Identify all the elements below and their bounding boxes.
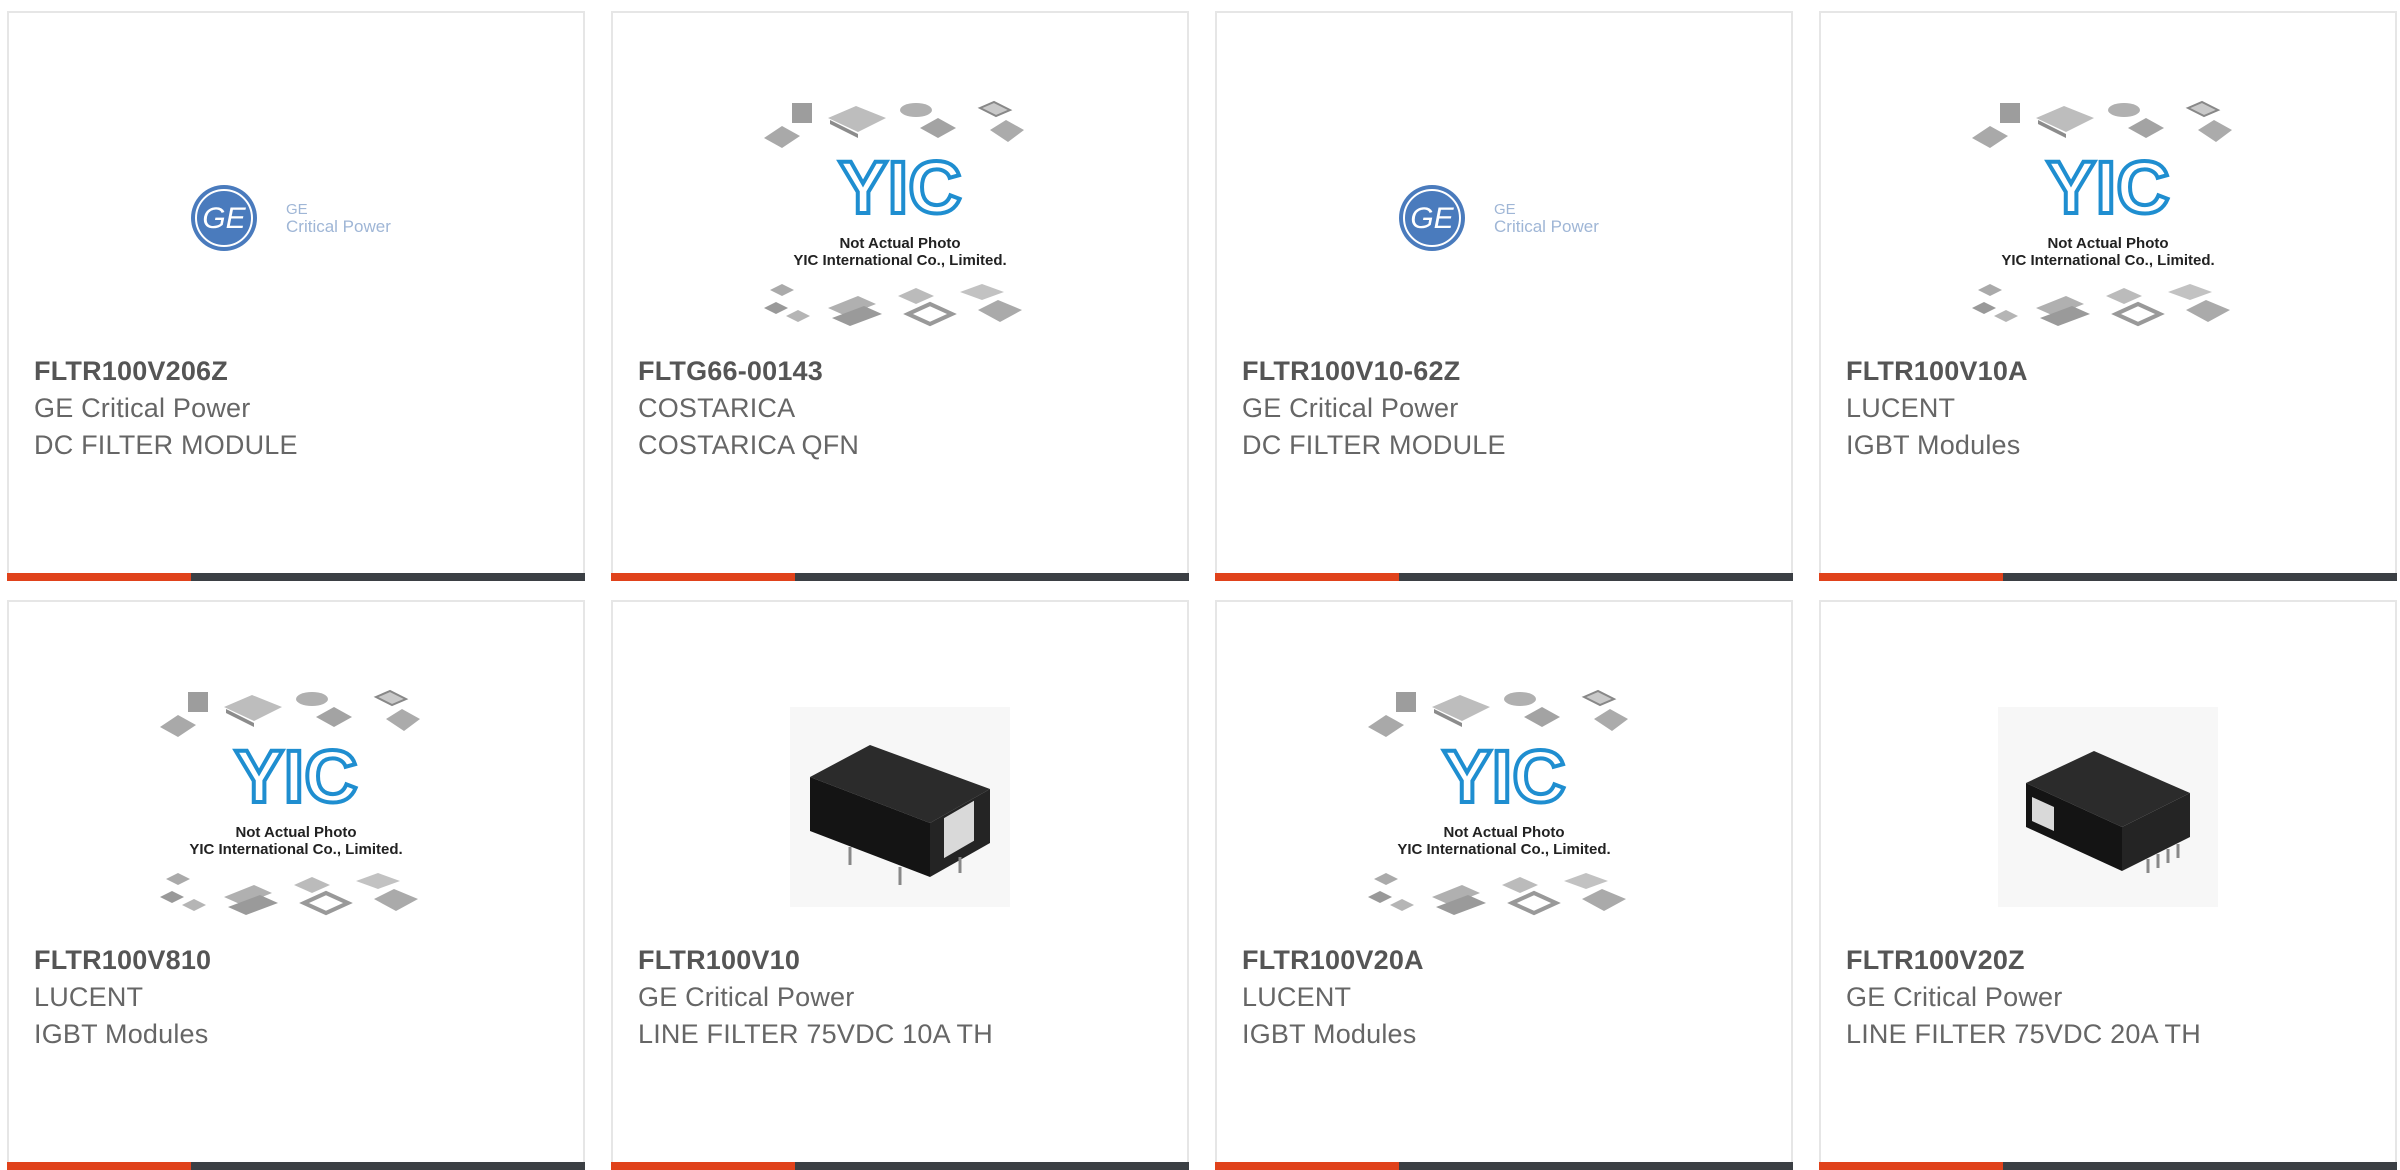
card-bottom-bar [1215, 1162, 1793, 1170]
part-number[interactable]: FLTR100V10A [1846, 356, 2028, 387]
svg-text:Critical Power: Critical Power [1494, 217, 1599, 236]
svg-text:YIC International Co., Limited: YIC International Co., Limited. [189, 841, 402, 858]
product-image: YIC Not Actual Photo YIC International C… [9, 682, 583, 932]
svg-text:YIC: YIC [838, 146, 961, 229]
not-actual-photo-placeholder: YIC Not Actual Photo YIC International C… [1366, 690, 1629, 917]
description: IGBT Modules [1846, 430, 2021, 460]
black-module-photo [790, 707, 1010, 907]
description: IGBT Modules [1242, 1019, 1417, 1049]
part-number[interactable]: FLTR100V10 [638, 945, 800, 976]
product-image: GE GE Critical Power [9, 93, 583, 343]
part-number[interactable]: FLTG66-00143 [638, 356, 823, 387]
part-number[interactable]: FLTR100V810 [34, 945, 211, 976]
card-bottom-bar [611, 573, 1189, 581]
svg-text:GE: GE [1494, 201, 1516, 218]
not-actual-photo-placeholder: YIC Not Actual Photo YIC International C… [762, 101, 1025, 328]
product-card[interactable]: GE GE Critical Power FLTR100V10-62Z GE C… [1215, 11, 1793, 581]
manufacturer: GE Critical Power [34, 393, 251, 423]
description: DC FILTER MODULE [1242, 430, 1506, 460]
card-bottom-bar [7, 573, 585, 581]
svg-text:GE: GE [202, 202, 246, 235]
card-accent-bar [1215, 1162, 1399, 1170]
svg-text:Critical Power: Critical Power [286, 217, 391, 236]
svg-text:YIC International Co., Limited: YIC International Co., Limited. [1397, 841, 1610, 858]
product-card[interactable]: YIC Not Actual Photo YIC International C… [7, 600, 585, 1170]
manufacturer: GE Critical Power [1242, 393, 1459, 423]
part-number[interactable]: FLTR100V206Z [34, 356, 228, 387]
black-module-photo [1998, 707, 2218, 907]
product-card[interactable]: FLTR100V10 GE Critical Power LINE FILTER… [611, 600, 1189, 1170]
product-card[interactable]: YIC Not Actual Photo YIC International C… [1819, 11, 2397, 581]
card-accent-bar [611, 573, 795, 581]
svg-text:GE: GE [286, 201, 308, 218]
manufacturer: COSTARICA [638, 393, 796, 423]
part-number[interactable]: FLTR100V20A [1242, 945, 1424, 976]
description: COSTARICA QFN [638, 430, 860, 460]
ge-critical-power-logo: GE GE Critical Power [1399, 185, 1599, 251]
svg-text:YIC: YIC [2046, 146, 2169, 229]
card-bottom-bar [1819, 573, 2397, 581]
card-bottom-bar [7, 1162, 585, 1170]
card-bottom-bar [611, 1162, 1189, 1170]
product-card[interactable]: YIC Not Actual Photo YIC International C… [611, 11, 1189, 581]
card-accent-bar [7, 573, 191, 581]
svg-text:YIC: YIC [1442, 735, 1565, 818]
description: LINE FILTER 75VDC 10A TH [638, 1019, 993, 1049]
product-image [1821, 682, 2395, 932]
not-actual-photo-placeholder: YIC Not Actual Photo YIC International C… [158, 690, 421, 917]
description: DC FILTER MODULE [34, 430, 298, 460]
svg-text:Not Actual Photo: Not Actual Photo [839, 235, 960, 252]
svg-text:GE: GE [1410, 202, 1454, 235]
part-number[interactable]: FLTR100V10-62Z [1242, 356, 1460, 387]
product-image: YIC Not Actual Photo YIC International C… [1217, 682, 1791, 932]
ge-critical-power-logo: GE GE Critical Power [191, 185, 391, 251]
product-image: YIC Not Actual Photo YIC International C… [1821, 93, 2395, 343]
card-bottom-bar [1819, 1162, 2397, 1170]
card-accent-bar [1819, 1162, 2003, 1170]
product-grid: GE GE Critical Power FLTR100V206Z GE Cri… [0, 0, 2400, 1170]
svg-text:YIC International Co., Limited: YIC International Co., Limited. [2001, 252, 2214, 269]
card-bottom-bar [1215, 573, 1793, 581]
svg-text:Not Actual Photo: Not Actual Photo [2047, 235, 2168, 252]
product-card[interactable]: FLTR100V20Z GE Critical Power LINE FILTE… [1819, 600, 2397, 1170]
description: IGBT Modules [34, 1019, 209, 1049]
product-image: GE GE Critical Power [1217, 93, 1791, 343]
product-card[interactable]: GE GE Critical Power FLTR100V206Z GE Cri… [7, 11, 585, 581]
card-accent-bar [611, 1162, 795, 1170]
card-accent-bar [1819, 573, 2003, 581]
manufacturer: LUCENT [1846, 393, 1956, 423]
svg-text:Not Actual Photo: Not Actual Photo [1443, 824, 1564, 841]
product-image: YIC Not Actual Photo YIC International C… [613, 93, 1187, 343]
product-card[interactable]: YIC Not Actual Photo YIC International C… [1215, 600, 1793, 1170]
part-number[interactable]: FLTR100V20Z [1846, 945, 2025, 976]
product-image [613, 682, 1187, 932]
description: LINE FILTER 75VDC 20A TH [1846, 1019, 2201, 1049]
card-accent-bar [7, 1162, 191, 1170]
not-actual-photo-placeholder: YIC Not Actual Photo YIC International C… [1970, 101, 2233, 328]
manufacturer: GE Critical Power [1846, 982, 2063, 1012]
svg-text:Not Actual Photo: Not Actual Photo [235, 824, 356, 841]
card-accent-bar [1215, 573, 1399, 581]
svg-text:YIC: YIC [234, 735, 357, 818]
manufacturer: GE Critical Power [638, 982, 855, 1012]
manufacturer: LUCENT [1242, 982, 1352, 1012]
manufacturer: LUCENT [34, 982, 144, 1012]
svg-text:YIC International Co., Limited: YIC International Co., Limited. [793, 252, 1006, 269]
